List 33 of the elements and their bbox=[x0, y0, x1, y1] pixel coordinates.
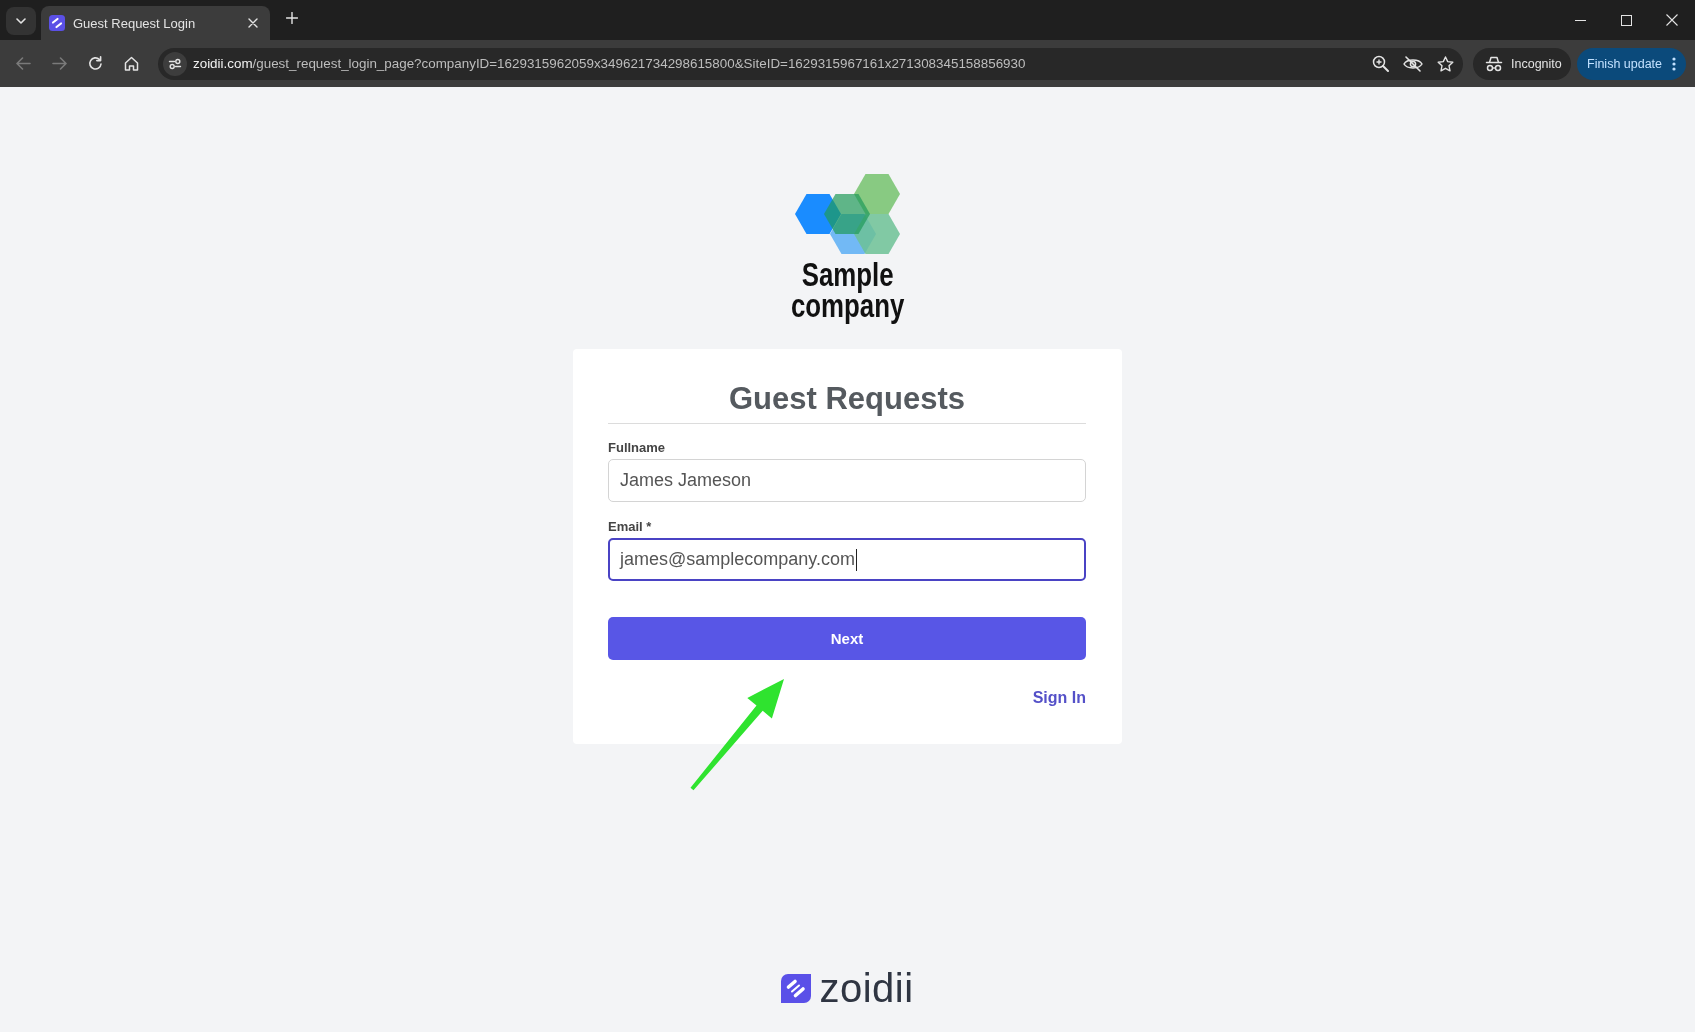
incognito-button[interactable]: Incognito bbox=[1473, 47, 1571, 80]
sign-in-link[interactable]: Sign In bbox=[1032, 688, 1086, 708]
site-settings-icon[interactable] bbox=[163, 51, 187, 76]
text-field[interactable]: james@samplecompany.com bbox=[608, 538, 1086, 581]
more-options-icon bbox=[1672, 56, 1676, 71]
plus-icon bbox=[286, 12, 298, 24]
text-cursor bbox=[856, 548, 858, 571]
home-icon bbox=[123, 56, 139, 71]
back-arrow-icon bbox=[15, 57, 31, 70]
text-field[interactable]: James Jameson bbox=[608, 459, 1086, 502]
close-icon bbox=[1666, 14, 1678, 26]
minimize-icon bbox=[1574, 19, 1586, 21]
address-bar[interactable]: zoidii.com/guest_request_login_page?companyID=1629315962059x349621734298615800&SiteID=1629315967161x271308345158856930 bbox=[158, 47, 1463, 80]
tab-list-button[interactable] bbox=[6, 7, 36, 35]
close-icon bbox=[248, 18, 258, 28]
hexagon-logo-icon bbox=[794, 173, 901, 255]
finish-update-button[interactable]: Finish update bbox=[1577, 47, 1686, 80]
field-label: Email * bbox=[608, 519, 652, 535]
reload-icon bbox=[87, 56, 103, 71]
field-label: Fullname bbox=[608, 440, 666, 456]
browser-tab[interactable]: Guest Request Login bbox=[41, 6, 270, 40]
chevron-down-icon bbox=[16, 18, 26, 24]
maximize-icon bbox=[1620, 14, 1632, 26]
favicon-icon bbox=[49, 15, 65, 31]
star-icon[interactable] bbox=[1437, 55, 1454, 72]
incognito-icon bbox=[1485, 55, 1503, 72]
brand-logo-icon bbox=[781, 973, 812, 1003]
eye-slash-icon[interactable] bbox=[1403, 55, 1423, 72]
form-title: Guest Requests bbox=[728, 380, 966, 418]
forward-arrow-icon bbox=[51, 57, 67, 70]
brand-name: zoidii bbox=[819, 968, 914, 1008]
zoom-in-icon[interactable] bbox=[1372, 55, 1389, 72]
next-button[interactable]: Next bbox=[608, 617, 1086, 660]
